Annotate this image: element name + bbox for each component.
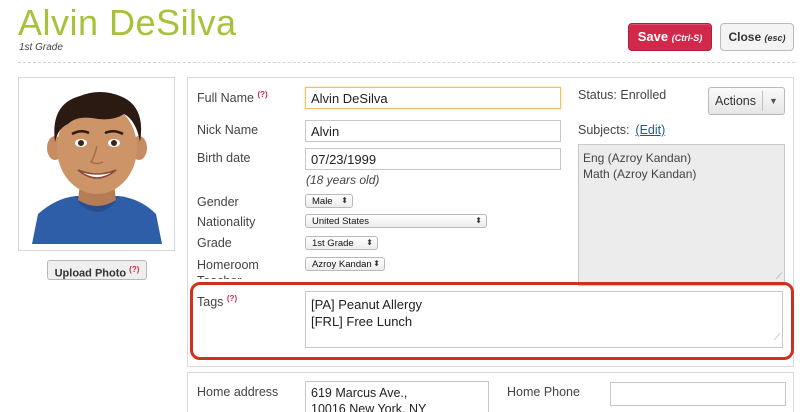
homeroom-teacher-label: Homeroom Teacher <box>197 258 259 279</box>
upload-photo-label: Upload Photo <box>54 267 127 280</box>
gender-select-value: Male <box>312 196 333 207</box>
resize-handle-icon[interactable]: ⟋ <box>774 329 780 346</box>
student-photo <box>28 86 166 244</box>
grade-select[interactable]: 1st Grade ⬍ <box>305 236 378 250</box>
subjects-label: Subjects: <box>578 123 630 137</box>
actions-dropdown-button[interactable]: Actions ▼ <box>708 87 785 115</box>
gender-select[interactable]: Male ⬍ <box>305 194 353 208</box>
save-button[interactable]: Save (Ctrl-S) <box>628 23 712 51</box>
select-arrows-icon: ⬍ <box>366 238 373 247</box>
upload-photo-help-icon[interactable]: (?) <box>129 265 139 274</box>
select-arrows-icon: ⬍ <box>341 196 348 205</box>
grade-select-value: 1st Grade <box>312 238 354 249</box>
birth-date-label: Birth date <box>197 151 251 165</box>
subjects-header: Subjects: (Edit) <box>578 123 665 137</box>
subject-item: Eng (Azroy Kandan) <box>583 151 692 165</box>
actions-label: Actions <box>715 94 756 108</box>
subjects-edit-link[interactable]: (Edit) <box>635 123 665 137</box>
actions-divider <box>762 91 763 111</box>
tags-textarea[interactable]: [PA] Peanut Allergy [FRL] Free Lunch ⟋ <box>305 291 783 348</box>
full-name-label: Full Name (?) <box>197 90 268 105</box>
student-grade-subtitle: 1st Grade <box>19 42 63 53</box>
close-button[interactable]: Close (esc) <box>720 23 794 51</box>
student-portrait-image <box>32 92 162 244</box>
student-photo-frame <box>18 77 175 251</box>
subjects-list: Eng (Azroy Kandan) Math (Azroy Kandan) ⟋ <box>578 144 785 286</box>
enrollment-status: Status: Enrolled <box>578 88 667 102</box>
caret-down-icon: ▼ <box>769 96 778 106</box>
address-line: 10016 New York, NY <box>311 402 427 412</box>
address-line: 619 Marcus Ave., <box>311 386 408 400</box>
tags-label: Tags (?) <box>197 294 237 309</box>
home-address-label: Home address <box>197 385 279 399</box>
full-name-help-icon[interactable]: (?) <box>257 90 267 99</box>
full-name-label-text: Full Name <box>197 91 254 106</box>
homeroom-teacher-select-value: Azroy Kandan <box>312 259 372 270</box>
tags-label-text: Tags <box>197 295 224 310</box>
nationality-select[interactable]: United States ⬍ <box>305 214 487 228</box>
save-shortcut-hint: (Ctrl-S) <box>671 33 703 43</box>
homeroom-teacher-select[interactable]: Azroy Kandan ⬍ <box>305 257 385 271</box>
full-name-input[interactable]: Alvin DeSilva <box>305 87 561 109</box>
home-phone-label: Home Phone <box>507 385 580 399</box>
header-divider <box>18 62 795 63</box>
select-arrows-icon: ⬍ <box>475 216 482 225</box>
tag-item: [PA] Peanut Allergy <box>311 297 423 312</box>
nick-name-input[interactable]: Alvin <box>305 120 561 142</box>
close-button-label: Close <box>728 30 762 44</box>
save-button-label: Save <box>637 29 669 44</box>
nationality-label: Nationality <box>197 215 256 229</box>
nick-name-label: Nick Name <box>197 123 259 137</box>
close-shortcut-hint: (esc) <box>764 33 786 43</box>
nationality-select-value: United States <box>312 216 370 227</box>
age-note: (18 years old) <box>306 173 380 187</box>
select-arrows-icon: ⬍ <box>373 259 380 268</box>
tags-help-icon[interactable]: (?) <box>227 294 237 303</box>
subject-item: Math (Azroy Kandan) <box>583 167 697 181</box>
gender-label: Gender <box>197 195 239 209</box>
home-address-textarea[interactable]: 619 Marcus Ave., 10016 New York, NY <box>305 381 489 412</box>
grade-label: Grade <box>197 236 232 250</box>
upload-photo-button[interactable]: Upload Photo (?) <box>47 260 147 280</box>
home-phone-input[interactable] <box>610 382 786 406</box>
tag-item: [FRL] Free Lunch <box>311 314 413 329</box>
birth-date-input[interactable]: 07/23/1999 <box>305 148 561 170</box>
student-name-title: Alvin DeSilva <box>18 2 237 43</box>
